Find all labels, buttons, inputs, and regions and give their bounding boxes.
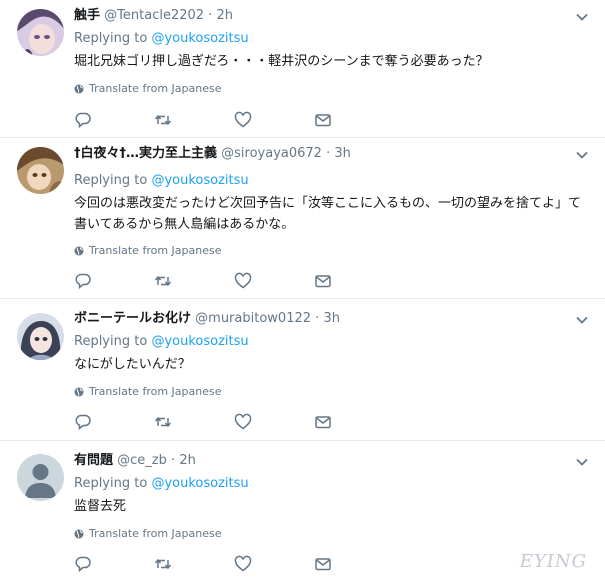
globe-icon (74, 84, 84, 93)
display-name[interactable]: ボニーテールお化け (74, 311, 191, 326)
user-handle[interactable]: @murabitow0122 (195, 311, 311, 326)
mention-link[interactable]: @youkosozitsu (151, 476, 248, 491)
timestamp[interactable]: 2h (179, 453, 196, 468)
globe-icon (74, 246, 84, 255)
tweet[interactable]: 触手 @Tentacle2202 · 2h Replying to @youko… (0, 0, 605, 138)
replying-label: Replying to (74, 334, 148, 349)
translate-link[interactable]: Translate from Japanese (74, 527, 221, 540)
replying-label: Replying to (74, 476, 148, 491)
chevron-down-icon[interactable] (575, 455, 589, 469)
direct-message-icon[interactable] (314, 272, 394, 290)
separator: · (315, 311, 320, 326)
tweet[interactable]: ボニーテールお化け @murabitow0122 · 3h Replying t… (0, 299, 605, 441)
like-icon[interactable] (234, 555, 314, 573)
translate-label: Translate from Japanese (89, 527, 222, 540)
avatar[interactable] (17, 9, 64, 56)
user-handle[interactable]: @siroyaya0672 (221, 146, 322, 161)
timestamp[interactable]: 3h (334, 146, 351, 161)
retweet-icon[interactable] (154, 413, 234, 431)
avatar[interactable] (17, 147, 64, 194)
translate-link[interactable]: Translate from Japanese (74, 82, 221, 95)
translate-label: Translate from Japanese (89, 82, 222, 95)
tweet-text: 今回のは悪改変だったけど次回予告に「汝等ここに入るもの、一切の望みを捨てよ」て書… (74, 196, 582, 232)
globe-icon (74, 529, 84, 538)
translate-label: Translate from Japanese (89, 244, 222, 257)
chevron-down-icon[interactable] (575, 148, 589, 162)
separator: · (208, 8, 213, 23)
user-handle[interactable]: @ce_zb (117, 453, 167, 468)
user-handle[interactable]: @Tentacle2202 (104, 8, 204, 23)
chevron-down-icon[interactable] (575, 313, 589, 327)
direct-message-icon[interactable] (314, 413, 394, 431)
avatar[interactable] (17, 454, 64, 501)
mention-link[interactable]: @youkosozitsu (151, 334, 248, 349)
tweet-actions (74, 272, 394, 290)
translate-label: Translate from Japanese (89, 385, 222, 398)
display-name[interactable]: †白夜々†…実力至上主義 (74, 146, 217, 161)
tweet[interactable]: †白夜々†…実力至上主義 @siroyaya0672 · 3h Replying… (0, 138, 605, 299)
display-name[interactable]: 有問題 (74, 453, 113, 468)
replying-to: Replying to @youkosozitsu (74, 476, 249, 491)
retweet-icon[interactable] (154, 272, 234, 290)
timestamp[interactable]: 2h (216, 8, 233, 23)
tweet-header: 有問題 @ce_zb · 2h (74, 453, 196, 469)
replying-label: Replying to (74, 173, 148, 188)
reply-icon[interactable] (74, 413, 154, 431)
avatar[interactable] (17, 313, 64, 360)
tweet-actions (74, 413, 394, 431)
tweet-text: なにがしたいんだ？ (74, 357, 191, 372)
tweet-actions (74, 111, 394, 129)
timestamp[interactable]: 3h (323, 311, 340, 326)
separator: · (171, 453, 176, 468)
retweet-icon[interactable] (154, 555, 234, 573)
tweet-text: 堀北兄妹ゴリ押し過ぎだろ・・・軽井沢のシーンまで奪う必要あった？ (74, 54, 489, 69)
mention-link[interactable]: @youkosozitsu (151, 31, 248, 46)
translate-link[interactable]: Translate from Japanese (74, 244, 221, 257)
tweet[interactable]: 有問題 @ce_zb · 2h Replying to @youkosozits… (0, 441, 605, 581)
display-name[interactable]: 触手 (74, 8, 100, 23)
reply-icon[interactable] (74, 272, 154, 290)
replying-to: Replying to @youkosozitsu (74, 334, 249, 349)
direct-message-icon[interactable] (314, 555, 394, 573)
tweet-header: 触手 @Tentacle2202 · 2h (74, 8, 233, 24)
replying-to: Replying to @youkosozitsu (74, 31, 249, 46)
reply-icon[interactable] (74, 555, 154, 573)
tweet-text: 监督去死 (74, 499, 127, 514)
translate-link[interactable]: Translate from Japanese (74, 385, 221, 398)
globe-icon (74, 387, 84, 396)
direct-message-icon[interactable] (314, 111, 394, 129)
like-icon[interactable] (234, 413, 314, 431)
reply-icon[interactable] (74, 111, 154, 129)
tweet-actions (74, 555, 394, 573)
tweet-header: †白夜々†…実力至上主義 @siroyaya0672 · 3h (74, 146, 351, 162)
like-icon[interactable] (234, 272, 314, 290)
retweet-icon[interactable] (154, 111, 234, 129)
separator: · (326, 146, 331, 161)
tweet-header: ボニーテールお化け @murabitow0122 · 3h (74, 311, 340, 327)
chevron-down-icon[interactable] (575, 10, 589, 24)
watermark: EYING (519, 551, 587, 572)
mention-link[interactable]: @youkosozitsu (151, 173, 248, 188)
replying-label: Replying to (74, 31, 148, 46)
like-icon[interactable] (234, 111, 314, 129)
replying-to: Replying to @youkosozitsu (74, 173, 249, 188)
